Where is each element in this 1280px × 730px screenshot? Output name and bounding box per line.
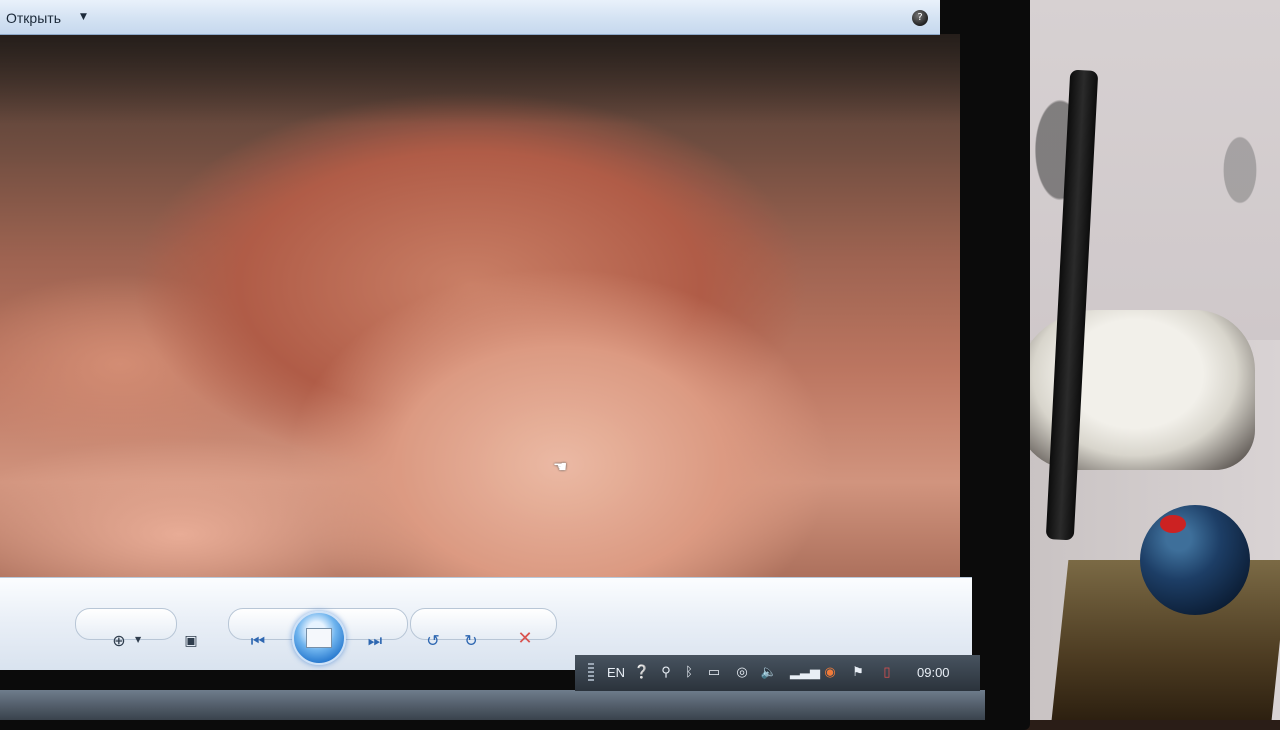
flag-icon[interactable]: ⚑ <box>849 663 867 681</box>
help-icon[interactable]: ? <box>912 10 928 26</box>
sync-icon[interactable]: ◎ <box>733 663 751 681</box>
viewer-menubar: Открыть ▼ ? <box>0 0 940 35</box>
input-tool-icon[interactable]: ⚲ <box>657 663 675 681</box>
taskbar-tray: EN ❔ ⚲ ᛒ ▭ ◎ 🔈 ▂▃▅ ◉ ⚑ ▯ 09:00 <box>575 655 980 691</box>
rotate-counterclockwise-icon[interactable]: ↺ <box>420 628 446 654</box>
taskbar-grip <box>588 663 594 681</box>
chevron-down-icon[interactable]: ▼ <box>80 12 87 22</box>
slideshow-button[interactable] <box>292 611 346 665</box>
fit-to-window-icon[interactable]: ▣ <box>178 628 204 654</box>
rotate-clockwise-icon[interactable]: ↻ <box>458 628 484 654</box>
volume-icon[interactable]: 🔈 <box>760 663 778 681</box>
open-menu[interactable]: Открыть <box>6 10 61 26</box>
help-center-icon[interactable]: ❔ <box>633 663 651 681</box>
monitor-icon[interactable]: ▭ <box>705 663 723 681</box>
chevron-down-icon[interactable]: ▼ <box>135 635 141 644</box>
signal-icon[interactable]: ▂▃▅ <box>790 663 820 681</box>
previous-icon[interactable]: ⏮ <box>245 628 271 654</box>
zoom-icon[interactable]: ⊕ <box>106 628 132 654</box>
security-icon[interactable]: ◉ <box>821 663 839 681</box>
bluetooth-icon[interactable]: ᛒ <box>680 663 698 681</box>
clock[interactable]: 09:00 <box>917 665 950 681</box>
monitor-screen: ☚ Открыть ▼ ? ⊕ ▼ ▣ ⏮ ⏭ ↺ ↻ ✕ EN ❔ ⚲ ᛒ ▭… <box>0 0 985 720</box>
hand-cursor-icon: ☚ <box>553 457 568 476</box>
decorative-ball <box>1140 505 1250 615</box>
wall-pattern <box>1000 0 1280 340</box>
delete-icon[interactable]: ✕ <box>512 626 538 652</box>
next-icon[interactable]: ⏭ <box>362 628 388 654</box>
slideshow-icon <box>306 628 332 648</box>
battery-icon[interactable]: ▯ <box>878 663 896 681</box>
language-indicator[interactable]: EN <box>607 665 625 681</box>
screen-bottom-edge <box>0 690 985 720</box>
photo-top-shadow <box>0 34 960 124</box>
